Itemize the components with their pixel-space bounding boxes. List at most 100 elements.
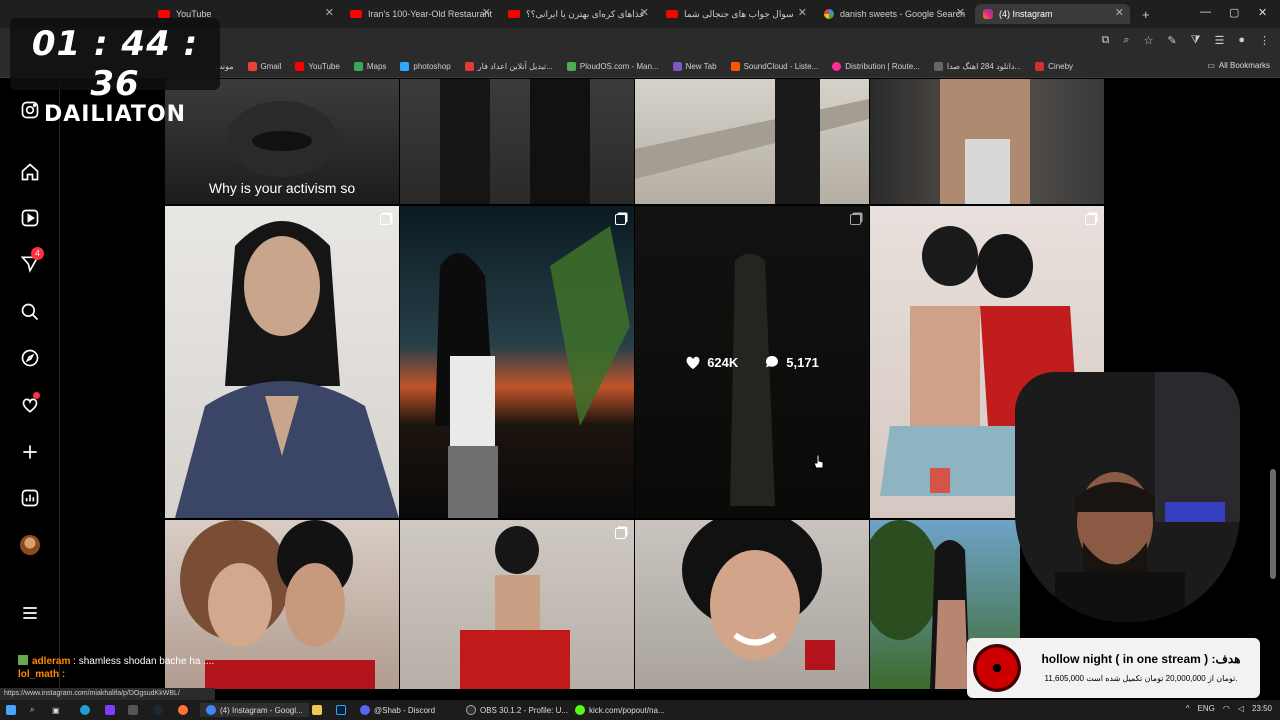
screen-share-icon[interactable]: ⧉ bbox=[1102, 34, 1110, 47]
post-thumbnail bbox=[635, 79, 869, 204]
home-icon[interactable] bbox=[19, 161, 41, 183]
instagram-icon bbox=[983, 9, 993, 19]
bookmark-distribution[interactable]: Distribution | Route... bbox=[832, 62, 920, 71]
tab-restaurant[interactable]: Iran's 100-Year-Old Restaurant ✕ bbox=[342, 4, 497, 24]
comment-icon bbox=[766, 356, 779, 368]
post-tile[interactable] bbox=[400, 79, 634, 204]
photoshop-icon bbox=[400, 62, 410, 71]
close-window-icon[interactable]: ✕ bbox=[1258, 6, 1267, 19]
tab-instagram[interactable]: (4) Instagram ✕ bbox=[975, 4, 1130, 24]
tab-korean-food[interactable]: غذاهای کره‌ای بهترن یا ایرانی؟؟ ✕ bbox=[500, 4, 655, 24]
bookmark-download-songs[interactable]: دانلود 284 اهنگ صدا... bbox=[933, 62, 1021, 71]
close-icon[interactable]: ✕ bbox=[325, 6, 334, 19]
firefox-icon[interactable] bbox=[178, 703, 188, 717]
maps-icon bbox=[353, 62, 363, 71]
timer-label: DAILIATON bbox=[43, 102, 187, 127]
page-scrollbar[interactable] bbox=[1270, 79, 1276, 689]
bookmark-cineby[interactable]: Cineby bbox=[1035, 62, 1073, 71]
zoom-icon[interactable]: ⌕ bbox=[1123, 34, 1129, 47]
close-icon[interactable]: ✕ bbox=[640, 6, 649, 19]
streamer-webcam bbox=[1015, 372, 1240, 622]
bookmark-youtube[interactable]: YouTube bbox=[295, 62, 340, 71]
bookmark-gmail[interactable]: Gmail bbox=[247, 62, 281, 71]
bookmark-soundcloud[interactable]: SoundCloud - Liste... bbox=[730, 62, 818, 71]
create-icon[interactable] bbox=[19, 441, 41, 463]
menu-icon[interactable]: ⋮ bbox=[1259, 34, 1270, 47]
taskbar-item-instagram[interactable]: (4) Instagram - Googl... bbox=[200, 703, 309, 717]
profile-icon[interactable]: ● bbox=[1238, 34, 1245, 47]
ploudos-icon bbox=[566, 62, 576, 71]
maximize-icon[interactable]: ▢ bbox=[1229, 6, 1239, 19]
toolbar-icons: ⧉ ⌕ ☆ ✎ ⧩ ☰ ● ⋮ bbox=[1102, 34, 1270, 47]
donation-goal: hollow night ( in one stream ) :هدف 11,6… bbox=[967, 638, 1260, 698]
post-tile[interactable] bbox=[870, 79, 1104, 204]
explore-icon[interactable] bbox=[19, 347, 41, 369]
minimize-icon[interactable]: — bbox=[1200, 6, 1211, 18]
bookmark-maps[interactable]: Maps bbox=[353, 62, 386, 71]
google-icon bbox=[824, 9, 834, 19]
extension-icon[interactable]: ✎ bbox=[1167, 34, 1176, 47]
close-icon[interactable]: ✕ bbox=[956, 6, 965, 19]
search-icon[interactable] bbox=[19, 301, 41, 323]
youtube-icon bbox=[158, 10, 170, 18]
more-icon[interactable] bbox=[19, 602, 41, 624]
wifi-icon[interactable]: ◠ bbox=[1223, 704, 1230, 713]
app-icon[interactable] bbox=[128, 703, 138, 717]
bookmark-photoshop[interactable]: photoshop bbox=[400, 62, 451, 71]
sharingan-icon bbox=[973, 644, 1021, 692]
bookmark-persian-numbers[interactable]: تبدیل آنلاین اعداد فار... bbox=[464, 62, 553, 71]
heart-icon bbox=[686, 356, 700, 369]
close-icon[interactable]: ✕ bbox=[1115, 6, 1124, 19]
taskbar-item-kick[interactable]: kick.com/popout/na... bbox=[575, 703, 665, 717]
search-icon[interactable]: ⌕ bbox=[30, 703, 34, 717]
app-r-icon[interactable] bbox=[105, 703, 115, 717]
notification-dot bbox=[33, 392, 40, 399]
files-icon[interactable] bbox=[312, 703, 322, 717]
soundcloud-icon bbox=[730, 62, 740, 71]
scroll-thumb[interactable] bbox=[1270, 469, 1276, 579]
post-thumbnail bbox=[682, 520, 835, 670]
close-icon[interactable]: ✕ bbox=[798, 6, 807, 19]
clock[interactable]: 23:50 bbox=[1252, 704, 1272, 713]
task-view-icon[interactable]: ▣ bbox=[52, 703, 60, 717]
chat-text: : shamless shodan bache ha .... bbox=[73, 656, 215, 667]
taskbar-item-obs[interactable]: OBS 30.1.2 - Profile: U... bbox=[466, 703, 568, 717]
post-tile[interactable] bbox=[400, 520, 634, 689]
likes-stat: 624K bbox=[685, 354, 738, 370]
post-tile-hovered[interactable]: 624K 5,171 bbox=[635, 206, 869, 518]
chevron-up-icon[interactable]: ^ bbox=[1186, 704, 1190, 713]
language-indicator[interactable]: ENG bbox=[1197, 704, 1214, 713]
steam-icon[interactable] bbox=[153, 703, 163, 717]
puzzle-icon[interactable]: ⧩ bbox=[1191, 34, 1201, 47]
dashboard-icon[interactable] bbox=[19, 487, 41, 509]
post-tile[interactable] bbox=[635, 520, 869, 689]
chat-username-2: lol_math : bbox=[18, 669, 66, 680]
new-tab-button[interactable]: + bbox=[1134, 4, 1154, 24]
notifications-icon[interactable] bbox=[19, 392, 41, 416]
carousel-icon bbox=[615, 528, 626, 539]
bookmark-ploudos[interactable]: PloudOS.com - Man... bbox=[566, 62, 659, 71]
messages-icon[interactable]: 4 bbox=[19, 247, 44, 275]
post-tile[interactable] bbox=[165, 206, 399, 518]
post-tile[interactable] bbox=[400, 206, 634, 518]
reels-icon[interactable] bbox=[19, 207, 41, 229]
post-thumbnail bbox=[940, 79, 1030, 204]
profile-icon[interactable] bbox=[19, 534, 41, 556]
taskbar-item-discord[interactable]: @Shab - Discord bbox=[360, 703, 435, 717]
bookmark-star-icon[interactable]: ☆ bbox=[1144, 34, 1154, 47]
likes-count: 624K bbox=[707, 354, 739, 370]
tab-search-icon[interactable]: ☰ bbox=[1214, 34, 1224, 47]
all-bookmarks-button[interactable]: ▭ All Bookmarks bbox=[1207, 61, 1270, 70]
tab-questions[interactable]: سوال جواب های جنجالی شما ✕ bbox=[658, 4, 813, 24]
system-tray: ^ ENG ◠ ◁ 23:50 bbox=[1186, 704, 1272, 713]
screen: YouTube ✕ Iran's 100-Year-Old Restaurant… bbox=[0, 0, 1280, 720]
youtube-icon bbox=[350, 10, 362, 18]
volume-icon[interactable]: ◁ bbox=[1238, 704, 1244, 713]
post-tile[interactable] bbox=[635, 79, 869, 204]
windows-start-icon[interactable] bbox=[6, 703, 16, 717]
photoshop-icon[interactable] bbox=[336, 703, 346, 717]
close-icon[interactable]: ✕ bbox=[482, 6, 491, 19]
edge-icon[interactable] bbox=[80, 703, 90, 717]
tab-google-search[interactable]: danish sweets - Google Search ✕ bbox=[816, 4, 971, 24]
bookmark-new-tab[interactable]: New Tab bbox=[672, 62, 717, 71]
